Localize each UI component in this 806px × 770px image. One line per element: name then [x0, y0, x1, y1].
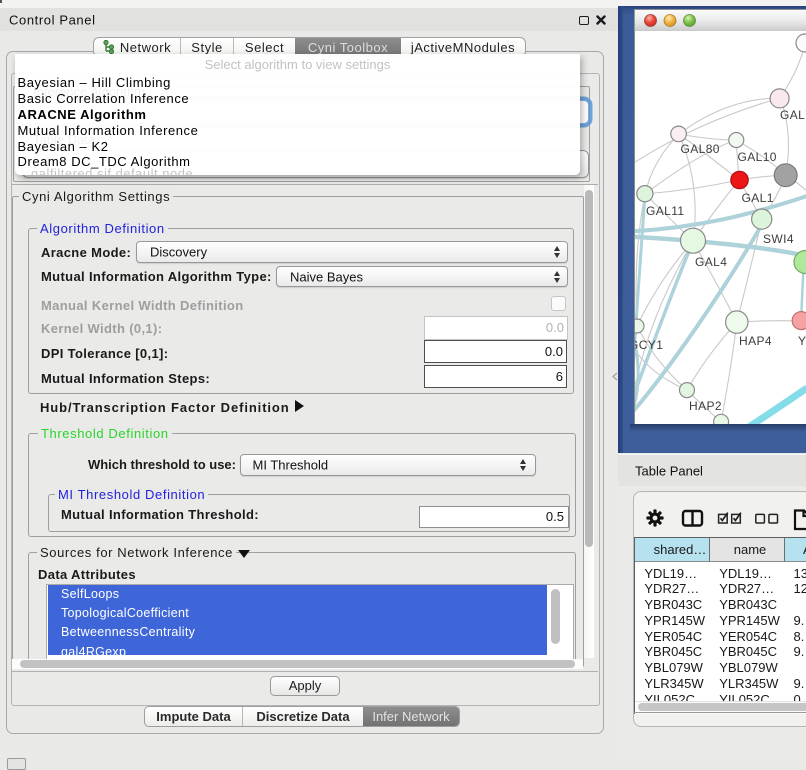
svg-text:SWI4: SWI4 [763, 232, 794, 246]
svg-text:GAL7: GAL7 [780, 108, 806, 122]
svg-text:HAP2: HAP2 [689, 399, 722, 413]
svg-text:GCY1: GCY1 [634, 338, 663, 352]
svg-text:GAL1: GAL1 [742, 191, 774, 205]
svg-text:GAL10: GAL10 [738, 150, 777, 164]
svg-text:YD: YD [798, 334, 806, 348]
svg-text:GAL11: GAL11 [646, 204, 684, 218]
svg-text:GAL80: GAL80 [681, 142, 720, 156]
svg-text:GAL4: GAL4 [695, 255, 727, 269]
svg-text:HAP4: HAP4 [739, 334, 772, 348]
